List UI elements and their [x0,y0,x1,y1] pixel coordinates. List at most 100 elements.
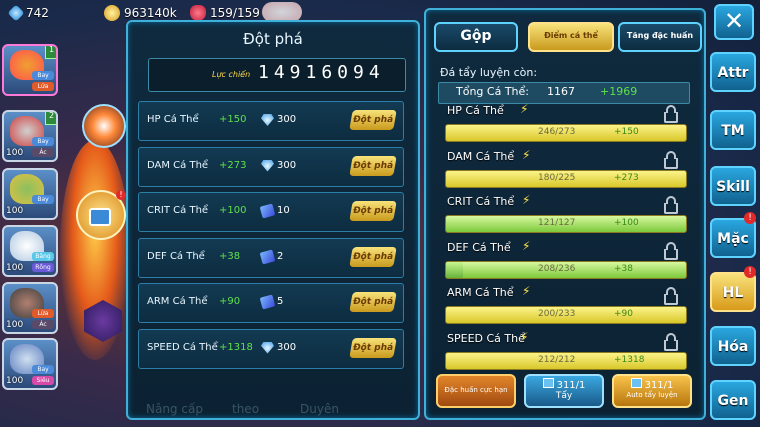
roster-level: 100 [6,263,24,273]
stat-name: CRIT Cá Thể [147,205,209,216]
bg-label-upgrade: Nâng cấp [146,402,203,416]
total-bonus: +1969 [600,85,638,98]
breakthrough-button[interactable]: Đột phá [349,246,397,267]
merge-tab-label: Gộp [460,28,492,44]
stat-bar: 200/233 +90 [445,306,687,324]
breakthrough-row: DAM Cá Thể +273 300 Đột phá [138,146,404,187]
roster-slot[interactable]: 100 Bay Siêu [2,338,58,390]
stat-bonus: +273 [219,159,247,171]
close-icon: ✕ [724,7,745,35]
gem-icon [261,341,274,354]
gem-icon [261,159,274,172]
roster-level: 100 [6,148,24,158]
breakthrough-button[interactable]: Đột phá [349,201,397,221]
stat-cost: 300 [277,341,297,353]
auto-count: 311/1 [614,378,690,391]
stat-bonus: +100 [219,205,247,216]
side-menu-7[interactable]: Gen [710,380,756,420]
breakthrough-row: CRIT Cá Thể +100 10 Đột phá [138,192,404,232]
type-tag: Bay [32,137,54,146]
lock-icon[interactable] [664,332,678,351]
skill-bubble[interactable] [82,104,126,148]
roster-slot[interactable]: 100 2 Bay Ác [2,110,58,162]
lock-icon[interactable] [664,196,678,214]
side-menu-1[interactable]: Attr [710,52,756,92]
specialty-tab[interactable]: Tăng đặc huấn [618,22,702,52]
stat-bar-fill [446,261,463,278]
stat-bonus: +150 [219,114,247,125]
side-menu-2[interactable]: TM [710,110,756,150]
stat-bonus: +150 [614,127,639,137]
wash-count: 311/1 [526,378,602,391]
stat-name: DEF Cá Thể [147,250,205,262]
stat-name: ARM Cá Thể [147,296,208,307]
bolt-icon: ⚡ [522,284,531,298]
type-tag: Siêu [32,376,54,385]
stat-bonus: +90 [219,296,241,307]
stat-label: ARM Cá Thể [447,286,514,299]
stat-value: 246/273 [538,127,576,137]
lock-icon[interactable] [664,287,678,305]
roster-slot[interactable]: 100 Bay [2,168,58,220]
wash-button[interactable]: 311/1 Tẩy [524,374,604,408]
bolt-icon: ⚡ [522,147,531,162]
breakthrough-row: SPEED Cá Thể +1318 300 Đột phá [138,328,404,369]
scroll-icon [630,378,642,388]
stat-cost: 10 [277,205,290,216]
breakthrough-button[interactable]: Đột phá [349,292,397,312]
stat-name: HP Cá Thể [147,114,199,125]
roster-rank: 1 [45,46,56,59]
lock-icon[interactable] [664,105,678,123]
auto-wash-button[interactable]: 311/1 Auto tẩy luyện [612,374,692,408]
stat-bonus: +273 [614,172,639,183]
breakthrough-button[interactable]: Đột phá [349,110,397,130]
stat-bonus: +1318 [219,341,253,353]
scroll-icon [542,378,554,388]
alert-badge: ! [744,212,756,224]
auto-count-text: 311/1 [644,380,674,391]
breakthrough-button[interactable]: Đột phá [349,155,397,176]
bolt-icon: ⚡ [522,238,531,253]
close-button[interactable]: ✕ [714,4,754,40]
limit-training-button[interactable]: Đặc huấn cực hạn [436,374,516,408]
ticket-icon [259,203,276,219]
merge-tab[interactable]: Gộp [434,22,518,52]
padlock-icon [89,208,111,226]
lock-icon[interactable] [664,150,678,169]
type-tag: Bay [32,365,54,374]
coin-icon [104,5,120,21]
stat-label: HP Cá Thể [447,104,504,117]
auto-label: Auto tẩy luyện [626,391,678,399]
side-menu-3[interactable]: Skill [710,166,756,206]
power-value-text: 14916094 [258,62,385,83]
lock-icon[interactable] [664,241,678,260]
gem-counter: 742 [7,4,49,22]
roster-slot[interactable]: 100 Lửa Ác [2,282,58,334]
type-tag: Bay [32,195,54,204]
gem-icon [261,114,274,126]
side-menu-5[interactable]: HL [710,272,756,312]
points-tab[interactable]: Điểm cá thể [528,22,614,52]
wash-count-text: 311/1 [556,380,586,391]
stat-label: DAM Cá Thể [447,149,515,163]
side-menu-6[interactable]: Hóa [710,326,756,366]
gem-count: 742 [26,6,49,20]
stat-cost: 5 [277,296,284,307]
stat-cost: 300 [277,159,297,171]
stat-cost: 2 [277,250,284,262]
bolt-icon: ⚡ [522,193,531,207]
stat-label: SPEED Cá Thể [447,331,525,345]
stat-bonus: +1318 [614,354,645,365]
side-menu-4[interactable]: Mặc [710,218,756,258]
breakthrough-button[interactable]: Đột phá [349,337,397,358]
stat-value: 208/236 [538,263,576,274]
wash-label-btn: Tẩy [555,391,573,401]
stat-bonus: +100 [614,218,639,228]
roster-level: 100 [6,376,24,386]
breakthrough-row: ARM Cá Thể +90 5 Đột phá [138,283,404,323]
cloud-decoration [262,2,302,22]
roster-slot[interactable]: 100 Băng Rồng [2,225,58,277]
roster-slot[interactable]: 1 Bay Lửa [2,44,58,96]
stat-bonus: +90 [614,309,633,319]
stat-label: DEF Cá Thể [447,240,511,254]
